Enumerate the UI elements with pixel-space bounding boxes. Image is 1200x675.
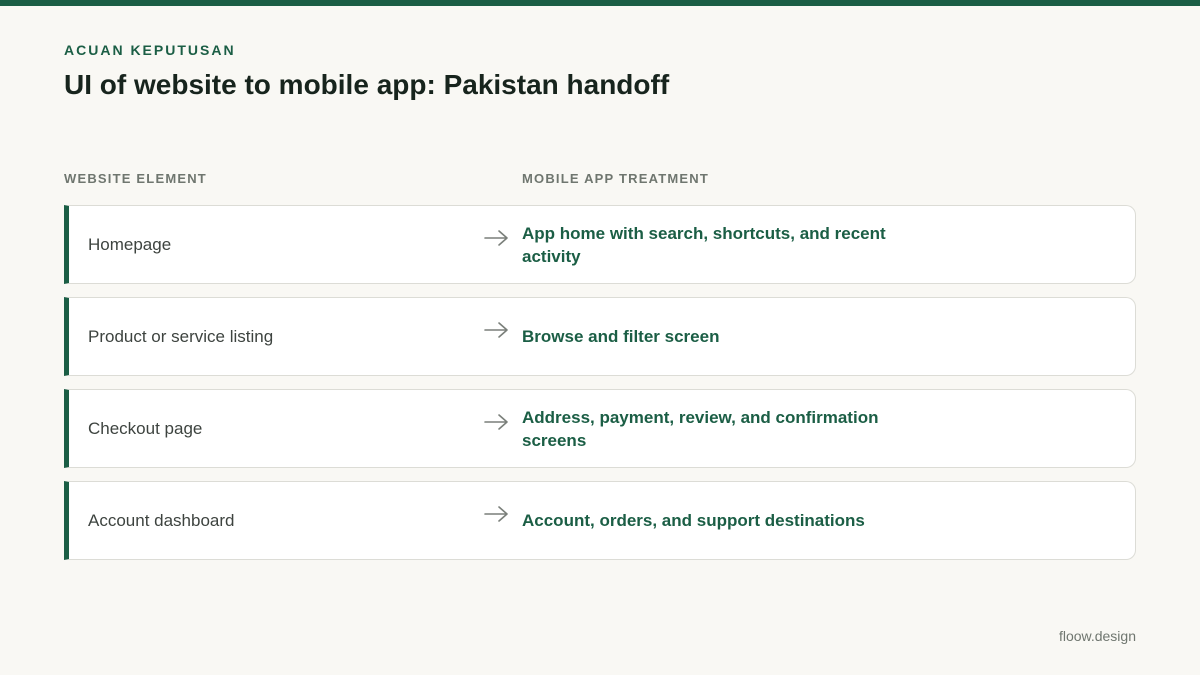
arrow-right-icon: [483, 412, 511, 432]
top-accent-bar: [0, 0, 1200, 6]
mobile-app-treatment-label: App home with search, shortcuts, and rec…: [522, 223, 886, 266]
arrow-right-icon: [483, 320, 511, 340]
footer-brand: floow.design: [1058, 628, 1136, 644]
mapping-row-checkout: Checkout page Address, payment, review, …: [64, 389, 1136, 468]
column-header-website-element: WEBSITE ELEMENT: [64, 171, 207, 186]
website-element-label: Checkout page: [88, 418, 203, 438]
mobile-app-treatment-label: Account, orders, and support destination…: [522, 511, 865, 530]
mobile-app-treatment-label: Browse and filter screen: [522, 327, 720, 346]
website-element-label: Account dashboard: [88, 510, 235, 530]
arrow-right-icon: [483, 504, 511, 524]
page-title: UI of website to mobile app: Pakistan ha…: [64, 69, 670, 100]
mobile-app-treatment-label: Address, payment, review, and confirmati…: [522, 407, 879, 450]
website-element-label: Product or service listing: [88, 326, 274, 346]
arrow-right-icon: [483, 228, 511, 248]
mapping-row-product-listing: Product or service listing Browse and fi…: [64, 297, 1136, 376]
mapping-list: Homepage App home with search, shortcuts…: [64, 205, 1136, 573]
column-header-mobile-app-treatment: MOBILE APP TREATMENT: [522, 171, 709, 186]
mapping-row-account-dashboard: Account dashboard Account, orders, and s…: [64, 481, 1136, 560]
website-element-label: Homepage: [88, 234, 172, 254]
eyebrow-label: ACUAN KEPUTUSAN: [64, 42, 236, 58]
mapping-row-homepage: Homepage App home with search, shortcuts…: [64, 205, 1136, 284]
